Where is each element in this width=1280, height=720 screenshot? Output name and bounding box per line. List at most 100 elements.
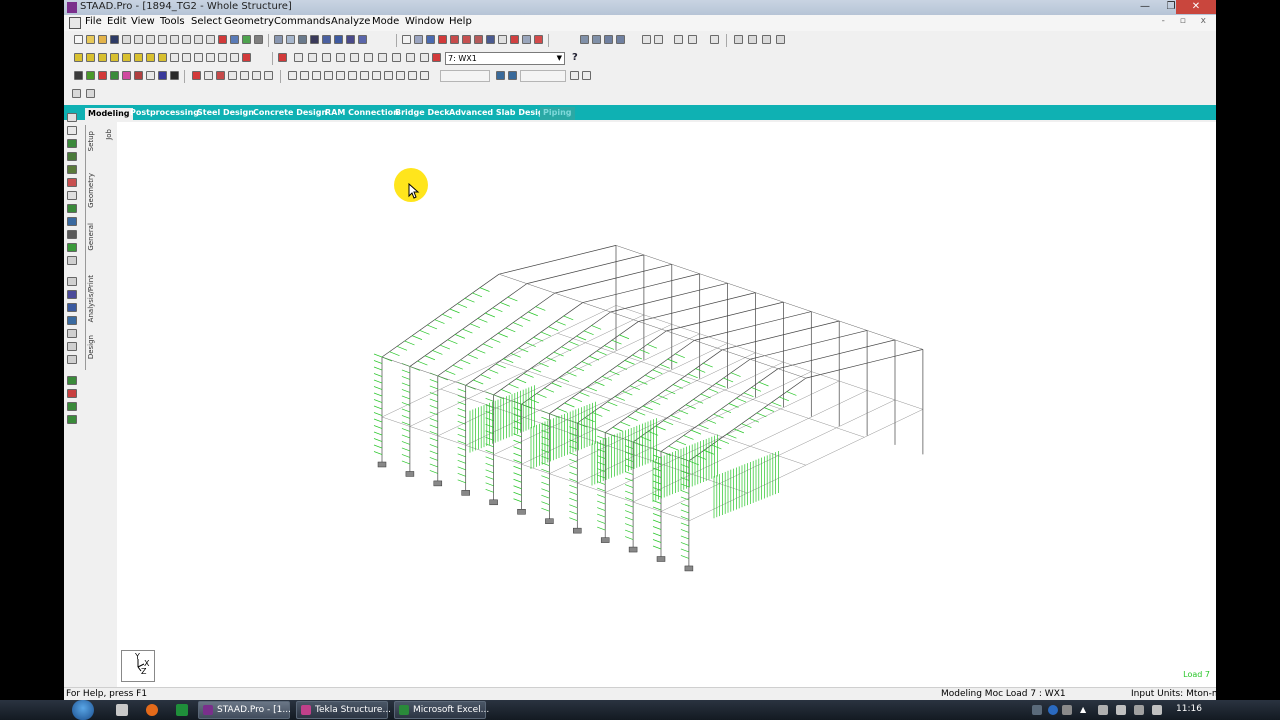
structure-icon[interactable] xyxy=(580,35,589,44)
zoom-out-icon[interactable] xyxy=(308,53,317,62)
start-button[interactable] xyxy=(72,700,94,720)
close-button[interactable]: ✕ xyxy=(1176,0,1216,14)
camera-icon[interactable] xyxy=(310,35,319,44)
table-icon[interactable] xyxy=(592,35,601,44)
plates-cursor-icon[interactable] xyxy=(67,152,77,161)
merge-icon[interactable] xyxy=(486,35,495,44)
redo-icon[interactable] xyxy=(194,35,203,44)
rotate-left-icon[interactable] xyxy=(194,53,203,62)
side-tab-analysis-print[interactable]: Analysis/Print xyxy=(87,275,95,322)
document-icon[interactable] xyxy=(69,17,81,29)
zoom-dynamic-icon[interactable] xyxy=(336,53,345,62)
spin-down-icon[interactable] xyxy=(582,71,591,80)
renumber-icon[interactable] xyxy=(510,35,519,44)
dimension-icon[interactable] xyxy=(438,35,447,44)
side-tab-setup[interactable]: Setup xyxy=(87,131,95,151)
open-file-icon[interactable] xyxy=(86,35,95,44)
left-view-icon[interactable] xyxy=(110,53,119,62)
geometry-cursor-icon[interactable] xyxy=(134,71,143,80)
plate-icon[interactable] xyxy=(426,35,435,44)
structure-diagram-icon[interactable] xyxy=(432,53,441,62)
side-tab-geometry[interactable]: Geometry xyxy=(87,173,95,208)
split-icon[interactable] xyxy=(67,376,77,385)
task-tekla[interactable]: Tekla Structure... xyxy=(296,701,391,719)
mirror-icon[interactable] xyxy=(67,342,77,351)
tab-ram-connection[interactable]: RAM Connection xyxy=(322,107,402,120)
results-5-icon[interactable] xyxy=(336,71,345,80)
open-folder-icon[interactable] xyxy=(98,35,107,44)
results-4-icon[interactable] xyxy=(324,71,333,80)
spin-left-icon[interactable] xyxy=(218,53,227,62)
minimize-button[interactable]: — xyxy=(1132,0,1158,14)
insert-node-icon[interactable] xyxy=(462,35,471,44)
zoom-all-icon[interactable] xyxy=(350,53,359,62)
release-icon[interactable] xyxy=(616,35,625,44)
window-icon[interactable] xyxy=(734,35,743,44)
title-bar[interactable]: STAAD.Pro - [1894_TG2 - Whole Structure]… xyxy=(64,0,1216,15)
undo-icon[interactable] xyxy=(182,35,191,44)
results-11-icon[interactable] xyxy=(408,71,417,80)
top-view-icon[interactable] xyxy=(134,53,143,62)
results-2-icon[interactable] xyxy=(300,71,309,80)
keyboard-tray-icon[interactable] xyxy=(1032,705,1042,715)
menu-file[interactable]: File xyxy=(85,16,102,27)
side-tab-general[interactable]: General xyxy=(87,223,95,251)
network-tray-icon[interactable] xyxy=(1116,705,1126,715)
window-4-icon[interactable] xyxy=(776,35,785,44)
mode-shape-icon[interactable] xyxy=(508,71,517,80)
excel-quick-icon[interactable] xyxy=(176,704,188,716)
mesh-icon[interactable] xyxy=(674,35,683,44)
curve-icon[interactable] xyxy=(654,35,663,44)
results-12-icon[interactable] xyxy=(420,71,429,80)
print-report-icon[interactable] xyxy=(334,35,343,44)
new-file-icon[interactable] xyxy=(74,35,83,44)
side-tab-design[interactable]: Design xyxy=(87,335,95,359)
plate-cursor-icon[interactable] xyxy=(98,71,107,80)
annotation-icon[interactable] xyxy=(358,35,367,44)
menu-select[interactable]: Select xyxy=(191,16,222,27)
load-case-select[interactable]: 7: WX1 ▼ xyxy=(445,52,565,65)
grid-icon[interactable] xyxy=(242,35,251,44)
frame-icon[interactable] xyxy=(67,303,77,312)
results-7-icon[interactable] xyxy=(360,71,369,80)
add-solid-icon[interactable] xyxy=(67,277,77,286)
menu-tools[interactable]: Tools xyxy=(160,16,185,27)
picture-icon[interactable] xyxy=(298,35,307,44)
node-cursor-icon[interactable] xyxy=(86,71,95,80)
pen-icon[interactable] xyxy=(534,35,543,44)
magnify-icon[interactable] xyxy=(378,53,387,62)
results-8-icon[interactable] xyxy=(372,71,381,80)
symbols-icon[interactable] xyxy=(192,71,201,80)
results-10-icon[interactable] xyxy=(396,71,405,80)
rotate-view-icon[interactable] xyxy=(158,53,167,62)
help-question-icon[interactable]: ? xyxy=(572,52,578,63)
print-icon[interactable] xyxy=(122,35,131,44)
rotate-up-icon[interactable] xyxy=(170,53,179,62)
rotate-geometry-icon[interactable] xyxy=(67,355,77,364)
display-tray-icon[interactable] xyxy=(1134,705,1144,715)
circular-repeat-icon[interactable] xyxy=(67,415,77,424)
help-icon[interactable] xyxy=(498,35,507,44)
front-view-icon[interactable] xyxy=(86,53,95,62)
view-print-icon[interactable] xyxy=(274,35,283,44)
tab-bridge-deck[interactable]: Bridge Deck xyxy=(392,107,453,120)
zoom-previous-icon[interactable] xyxy=(364,53,373,62)
task-staad[interactable]: STAAD.Pro - [1... xyxy=(198,701,291,719)
paste-icon[interactable] xyxy=(158,35,167,44)
bay-icon[interactable] xyxy=(67,316,77,325)
tool-icon[interactable] xyxy=(86,89,95,98)
zoom-in-icon[interactable] xyxy=(294,53,303,62)
support-icon[interactable] xyxy=(604,35,613,44)
grid-cursor-icon[interactable] xyxy=(67,204,77,213)
tray-icon[interactable] xyxy=(1062,705,1072,715)
copy-geometry-icon[interactable] xyxy=(67,329,77,338)
delete-icon[interactable] xyxy=(170,35,179,44)
iso-view-icon[interactable] xyxy=(74,53,83,62)
window-3-icon[interactable] xyxy=(762,35,771,44)
add-plate-icon[interactable] xyxy=(67,256,77,265)
results-1-icon[interactable] xyxy=(288,71,297,80)
translate-icon[interactable] xyxy=(688,35,697,44)
arc-icon[interactable] xyxy=(642,35,651,44)
results-6-icon[interactable] xyxy=(348,71,357,80)
beams-cursor-icon[interactable] xyxy=(67,139,77,148)
